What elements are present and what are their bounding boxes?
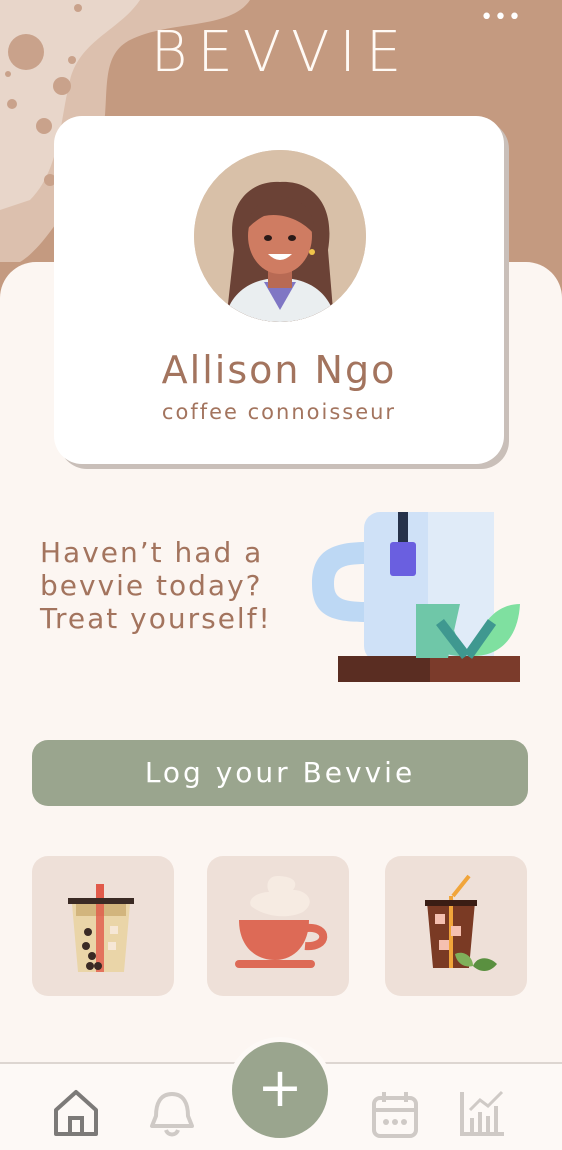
profile-subtitle: coffee connoisseur — [161, 400, 397, 424]
log-bevvie-button[interactable]: Log your Bevvie — [32, 740, 528, 806]
coffee-cup-icon — [235, 876, 328, 968]
boba-tea-icon — [68, 884, 134, 972]
tea-mug-illustration — [312, 512, 520, 682]
profile-card: Allison Ngo coffee connoisseur — [54, 116, 504, 464]
drink-tile-boba-tea[interactable] — [32, 856, 174, 996]
iced-coffee-icon — [425, 874, 497, 971]
chart-icon[interactable] — [458, 1088, 508, 1138]
drink-tile-hot-coffee[interactable] — [207, 856, 349, 996]
calendar-icon[interactable] — [370, 1088, 420, 1138]
drink-tile-iced-coffee[interactable] — [385, 856, 527, 996]
promo-text: Haven’t had a bevvie today? Treat yourse… — [40, 536, 272, 635]
home-icon[interactable] — [50, 1088, 102, 1138]
add-bevvie-button[interactable]: + — [232, 1042, 328, 1138]
app-title: BEVVIE — [150, 20, 412, 85]
avatar[interactable] — [194, 150, 366, 322]
profile-name: Allison Ngo — [161, 348, 397, 392]
bell-icon[interactable] — [148, 1088, 196, 1138]
